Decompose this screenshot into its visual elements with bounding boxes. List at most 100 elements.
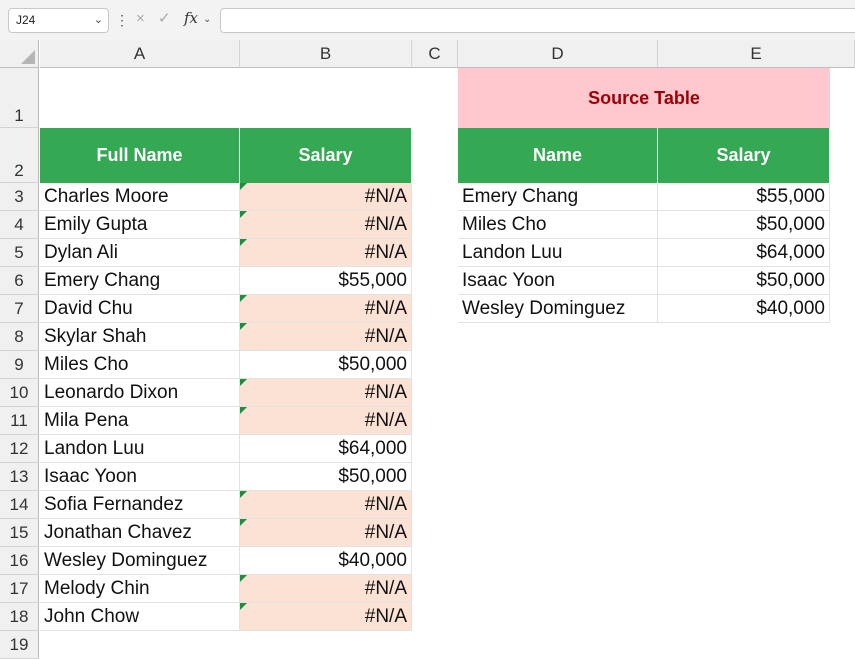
source-name-cell[interactable]: Wesley Dominguez <box>458 295 658 323</box>
source-salary-cell[interactable]: $40,000 <box>658 295 830 323</box>
full-name-cell[interactable]: Sofia Fernandez <box>40 491 240 519</box>
row-header-13[interactable]: 13 <box>0 463 39 491</box>
full-name-cell[interactable]: Miles Cho <box>40 351 240 379</box>
full-name-cell[interactable]: Emery Chang <box>40 267 240 295</box>
formula-input[interactable] <box>220 8 855 33</box>
salary-cell[interactable]: #N/A <box>240 183 412 211</box>
full-name-cell[interactable]: Landon Luu <box>40 435 240 463</box>
column-header-a[interactable]: A <box>40 40 240 68</box>
salary-value: #N/A <box>364 326 407 347</box>
row-header-19[interactable]: 19 <box>0 631 39 659</box>
salary-cell[interactable]: #N/A <box>240 407 412 435</box>
full-name-cell[interactable]: Wesley Dominguez <box>40 547 240 575</box>
error-indicator-icon[interactable] <box>240 519 247 526</box>
name-box[interactable]: J24 ⌄ <box>8 8 109 33</box>
formula-bar: J24 ⌄ ⋮ × ✓ fx ⌄ <box>0 0 855 40</box>
source-salary-cell[interactable]: $50,000 <box>658 211 830 239</box>
row-header-8[interactable]: 8 <box>0 323 39 351</box>
salary-cell[interactable]: $40,000 <box>240 547 412 575</box>
full-name-cell[interactable]: Skylar Shah <box>40 323 240 351</box>
salary-cell[interactable]: $50,000 <box>240 463 412 491</box>
source-salary-cell[interactable]: $55,000 <box>658 183 830 211</box>
source-salary-cell[interactable]: $50,000 <box>658 267 830 295</box>
source-name-cell[interactable]: Isaac Yoon <box>458 267 658 295</box>
full-name-cell[interactable]: Isaac Yoon <box>40 463 240 491</box>
column-header-b[interactable]: B <box>240 40 412 68</box>
full-name-cell[interactable]: Melody Chin <box>40 575 240 603</box>
row-header-14[interactable]: 14 <box>0 491 39 519</box>
enter-icon[interactable]: ✓ <box>158 9 171 29</box>
salary-value: #N/A <box>364 382 407 403</box>
row-header-11[interactable]: 11 <box>0 407 39 435</box>
error-indicator-icon[interactable] <box>240 491 247 498</box>
select-all-button[interactable] <box>0 40 39 68</box>
error-indicator-icon[interactable] <box>240 211 247 218</box>
source-salary-cell[interactable]: $64,000 <box>658 239 830 267</box>
row-header-10[interactable]: 10 <box>0 379 39 407</box>
row-header-5[interactable]: 5 <box>0 239 39 267</box>
salary-cell[interactable]: #N/A <box>240 323 412 351</box>
error-indicator-icon[interactable] <box>240 407 247 414</box>
source-table-title[interactable]: Source Table <box>458 68 830 128</box>
row-header-18[interactable]: 18 <box>0 603 39 631</box>
salary-value: #N/A <box>364 494 407 515</box>
insert-function-icon[interactable]: fx <box>184 8 198 28</box>
source-table-header-name[interactable]: Name <box>458 128 658 183</box>
salary-value: #N/A <box>364 242 407 263</box>
chevron-down-icon[interactable]: ⌄ <box>203 10 211 30</box>
full-name-cell[interactable]: John Chow <box>40 603 240 631</box>
salary-value: $40,000 <box>338 550 407 571</box>
salary-value: #N/A <box>364 578 407 599</box>
row-header-4[interactable]: 4 <box>0 211 39 239</box>
salary-cell[interactable]: $50,000 <box>240 351 412 379</box>
salary-cell[interactable]: #N/A <box>240 295 412 323</box>
row-header-1[interactable]: 1 <box>0 68 39 128</box>
full-name-cell[interactable]: Mila Pena <box>40 407 240 435</box>
full-name-cell[interactable]: Jonathan Chavez <box>40 519 240 547</box>
row-header-3[interactable]: 3 <box>0 183 39 211</box>
salary-cell[interactable]: #N/A <box>240 379 412 407</box>
full-name-cell[interactable]: Leonardo Dixon <box>40 379 240 407</box>
error-indicator-icon[interactable] <box>240 295 247 302</box>
salary-cell[interactable]: #N/A <box>240 491 412 519</box>
main-table-header-salary[interactable]: Salary <box>240 128 412 183</box>
salary-cell[interactable]: #N/A <box>240 211 412 239</box>
full-name-cell[interactable]: David Chu <box>40 295 240 323</box>
salary-cell[interactable]: #N/A <box>240 519 412 547</box>
salary-cell[interactable]: #N/A <box>240 603 412 631</box>
row-header-9[interactable]: 9 <box>0 351 39 379</box>
cancel-icon[interactable]: × <box>136 9 145 29</box>
source-name-cell[interactable]: Landon Luu <box>458 239 658 267</box>
error-indicator-icon[interactable] <box>240 603 247 610</box>
error-indicator-icon[interactable] <box>240 239 247 246</box>
error-indicator-icon[interactable] <box>240 323 247 330</box>
row-header-15[interactable]: 15 <box>0 519 39 547</box>
spreadsheet-grid[interactable]: ABCDE 1 2 3 4 5 6 7 8 9 10 11 12 13 14 15 16 17 18 19 Full… <box>0 40 855 659</box>
source-name-cell[interactable]: Emery Chang <box>458 183 658 211</box>
source-name-cell[interactable]: Miles Cho <box>458 211 658 239</box>
salary-cell[interactable]: $55,000 <box>240 267 412 295</box>
salary-cell[interactable]: #N/A <box>240 239 412 267</box>
column-header-d[interactable]: D <box>458 40 658 68</box>
row-header-2[interactable]: 2 <box>0 128 39 183</box>
more-vertical-icon[interactable]: ⋮ <box>115 10 129 30</box>
row-header-17[interactable]: 17 <box>0 575 39 603</box>
column-header-e[interactable]: E <box>658 40 855 68</box>
column-header-c[interactable]: C <box>412 40 458 68</box>
chevron-down-icon[interactable]: ⌄ <box>94 9 103 32</box>
error-indicator-icon[interactable] <box>240 575 247 582</box>
name-box-value: J24 <box>16 13 36 27</box>
full-name-cell[interactable]: Charles Moore <box>40 183 240 211</box>
row-header-16[interactable]: 16 <box>0 547 39 575</box>
main-table-header-full-name[interactable]: Full Name <box>40 128 240 183</box>
error-indicator-icon[interactable] <box>240 379 247 386</box>
full-name-cell[interactable]: Emily Gupta <box>40 211 240 239</box>
row-header-7[interactable]: 7 <box>0 295 39 323</box>
error-indicator-icon[interactable] <box>240 183 247 190</box>
source-table-header-salary[interactable]: Salary <box>658 128 830 183</box>
full-name-cell[interactable]: Dylan Ali <box>40 239 240 267</box>
row-header-12[interactable]: 12 <box>0 435 39 463</box>
row-header-6[interactable]: 6 <box>0 267 39 295</box>
salary-cell[interactable]: $64,000 <box>240 435 412 463</box>
salary-cell[interactable]: #N/A <box>240 575 412 603</box>
